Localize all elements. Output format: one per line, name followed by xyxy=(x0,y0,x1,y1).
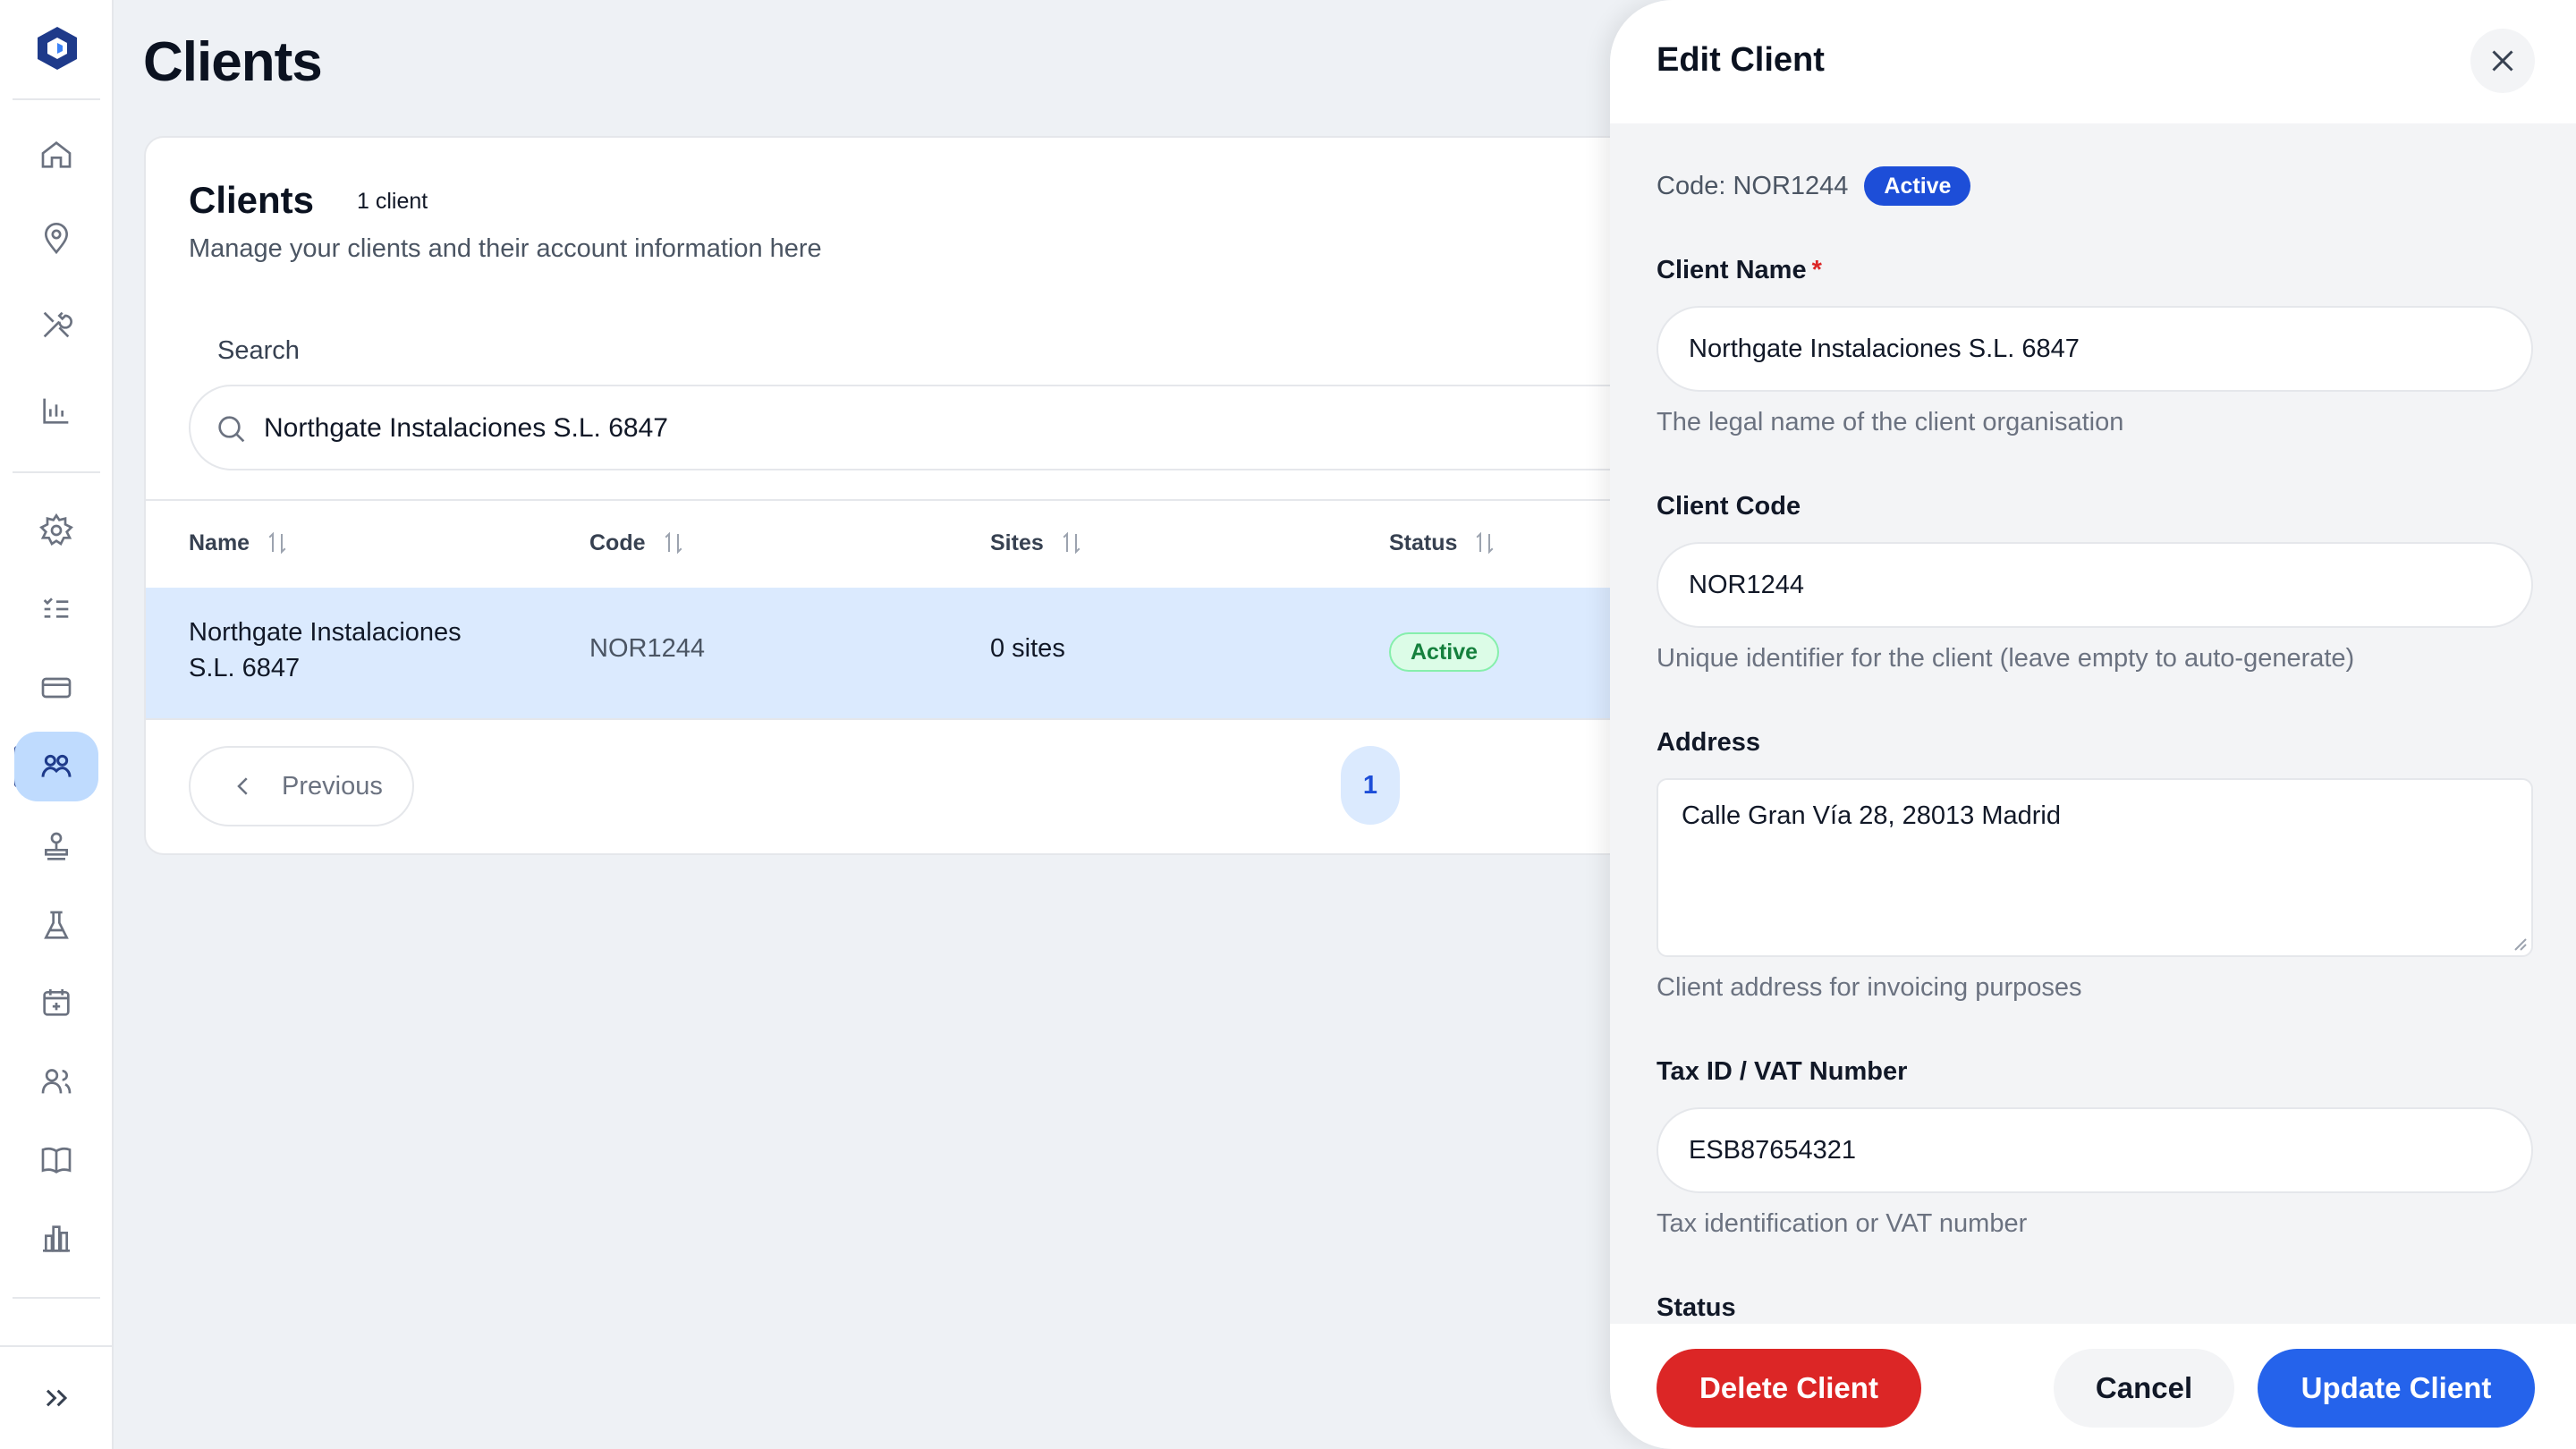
users-icon xyxy=(41,1069,72,1094)
app-logo-icon[interactable] xyxy=(32,23,82,73)
sidebar-item-schedule[interactable] xyxy=(14,968,98,1038)
calendar-plus-icon xyxy=(43,989,70,1016)
client-code-line: Code: NOR1244 Active xyxy=(1657,166,1971,206)
bar-chart-icon xyxy=(43,398,69,424)
sidebar-item-home[interactable] xyxy=(14,120,98,190)
column-header-name[interactable]: Name xyxy=(189,530,291,556)
stamp-icon xyxy=(45,832,68,860)
drawer-header: Edit Client xyxy=(1610,0,2576,123)
close-drawer-button[interactable] xyxy=(2470,29,2535,93)
book-icon xyxy=(41,1147,72,1174)
page-title: Clients xyxy=(143,31,323,93)
client-name-help: The legal name of the client organisatio… xyxy=(1657,408,2124,436)
client-code-cell: NOR1244 xyxy=(589,634,705,663)
required-marker: * xyxy=(1811,256,1822,284)
card-title: Clients xyxy=(189,179,315,221)
map-pin-icon xyxy=(44,223,69,255)
building-chart-icon xyxy=(43,1225,70,1252)
address-label: Address xyxy=(1657,728,1761,757)
client-code-input[interactable]: NOR1244 xyxy=(1657,542,2533,628)
address-value: Calle Gran Vía 28, 28013 Madrid xyxy=(1682,801,2061,830)
sidebar-item-tools[interactable] xyxy=(14,290,98,360)
sidebar-item-docs[interactable] xyxy=(14,1125,98,1195)
sort-icon xyxy=(1476,531,1494,555)
credit-card-icon xyxy=(41,677,72,699)
sidebar xyxy=(0,0,114,1449)
drawer-title: Edit Client xyxy=(1657,41,1825,79)
clients-icon xyxy=(41,754,72,777)
delete-client-button[interactable]: Delete Client xyxy=(1657,1349,1921,1428)
search-input[interactable]: Northgate Instalaciones S.L. 6847 xyxy=(189,385,1842,470)
sidebar-item-locations[interactable] xyxy=(14,204,98,274)
client-code-label: Client Code xyxy=(1657,492,1801,521)
sidebar-divider xyxy=(0,1345,114,1347)
column-header-code[interactable]: Code xyxy=(589,530,687,556)
clients-card: Clients 1 client Manage your clients and… xyxy=(144,136,1843,855)
update-client-button[interactable]: Update Client xyxy=(2258,1349,2535,1428)
card-subtitle: Manage your clients and their account in… xyxy=(189,234,822,263)
checklist-icon xyxy=(43,597,69,618)
cancel-button[interactable]: Cancel xyxy=(2054,1349,2234,1428)
sidebar-divider xyxy=(13,98,100,100)
sort-icon xyxy=(1063,531,1080,555)
drawer-body[interactable]: Code: NOR1244 Active Client Name * Northg… xyxy=(1610,123,2576,1324)
search-input-value: Northgate Instalaciones S.L. 6847 xyxy=(264,413,668,443)
sidebar-item-clients[interactable] xyxy=(14,732,98,801)
edit-client-drawer: Edit Client Code: NOR1244 Active Client … xyxy=(1610,0,2576,1449)
tax-id-help: Tax identification or VAT number xyxy=(1657,1209,2028,1238)
table-divider xyxy=(146,718,1842,720)
chevrons-right-icon xyxy=(46,1389,68,1407)
drawer-footer: Delete Client Cancel Update Client xyxy=(1610,1324,2576,1449)
previous-page-button[interactable]: Previous xyxy=(189,746,414,826)
sidebar-item-users[interactable] xyxy=(14,1046,98,1116)
sidebar-expand-button[interactable] xyxy=(14,1363,98,1433)
gear-icon xyxy=(39,513,73,546)
column-header-sites[interactable]: Sites xyxy=(990,530,1085,556)
table-row[interactable]: Northgate Instalaciones S.L. 6847 NOR124… xyxy=(146,588,1842,718)
page-number-button[interactable]: 1 xyxy=(1341,746,1400,825)
search-icon xyxy=(218,416,245,443)
tax-id-label: Tax ID / VAT Number xyxy=(1657,1057,1908,1086)
sidebar-item-analytics[interactable] xyxy=(14,1204,98,1274)
tax-id-input[interactable]: ESB87654321 xyxy=(1657,1107,2533,1193)
status-label: Status xyxy=(1657,1293,1736,1322)
sort-icon xyxy=(268,531,286,555)
table-divider xyxy=(146,499,1842,501)
client-name-cell: Northgate Instalaciones S.L. 6847 xyxy=(189,618,462,682)
client-code-help: Unique identifier for the client (leave … xyxy=(1657,644,2355,673)
sort-icon xyxy=(665,531,682,555)
resize-handle-icon[interactable] xyxy=(2510,934,2528,952)
flask-icon xyxy=(44,911,69,939)
client-name-input[interactable]: Northgate Instalaciones S.L. 6847 xyxy=(1657,306,2533,392)
client-name-label: Client Name * xyxy=(1657,256,1822,284)
sidebar-item-tasks[interactable] xyxy=(14,574,98,644)
column-header-status[interactable]: Status xyxy=(1389,530,1498,556)
address-help: Client address for invoicing purposes xyxy=(1657,973,2082,1002)
address-textarea[interactable]: Calle Gran Vía 28, 28013 Madrid xyxy=(1657,778,2533,957)
home-icon xyxy=(41,140,72,168)
chevron-left-icon xyxy=(237,777,248,795)
status-badge: Active xyxy=(1864,166,1971,206)
search-label: Search xyxy=(217,336,300,365)
sidebar-item-reports[interactable] xyxy=(14,376,98,445)
sidebar-divider xyxy=(13,1297,100,1299)
status-badge: Active xyxy=(1389,632,1500,672)
sidebar-item-lab[interactable] xyxy=(14,891,98,961)
close-icon xyxy=(2492,50,2513,72)
sidebar-item-approvals[interactable] xyxy=(14,812,98,882)
sidebar-item-settings[interactable] xyxy=(14,496,98,565)
client-count: 1 client xyxy=(357,189,428,214)
client-sites-cell: 0 sites xyxy=(990,634,1065,663)
sidebar-item-billing[interactable] xyxy=(14,653,98,723)
sidebar-divider xyxy=(13,471,100,473)
tools-icon xyxy=(43,311,72,338)
